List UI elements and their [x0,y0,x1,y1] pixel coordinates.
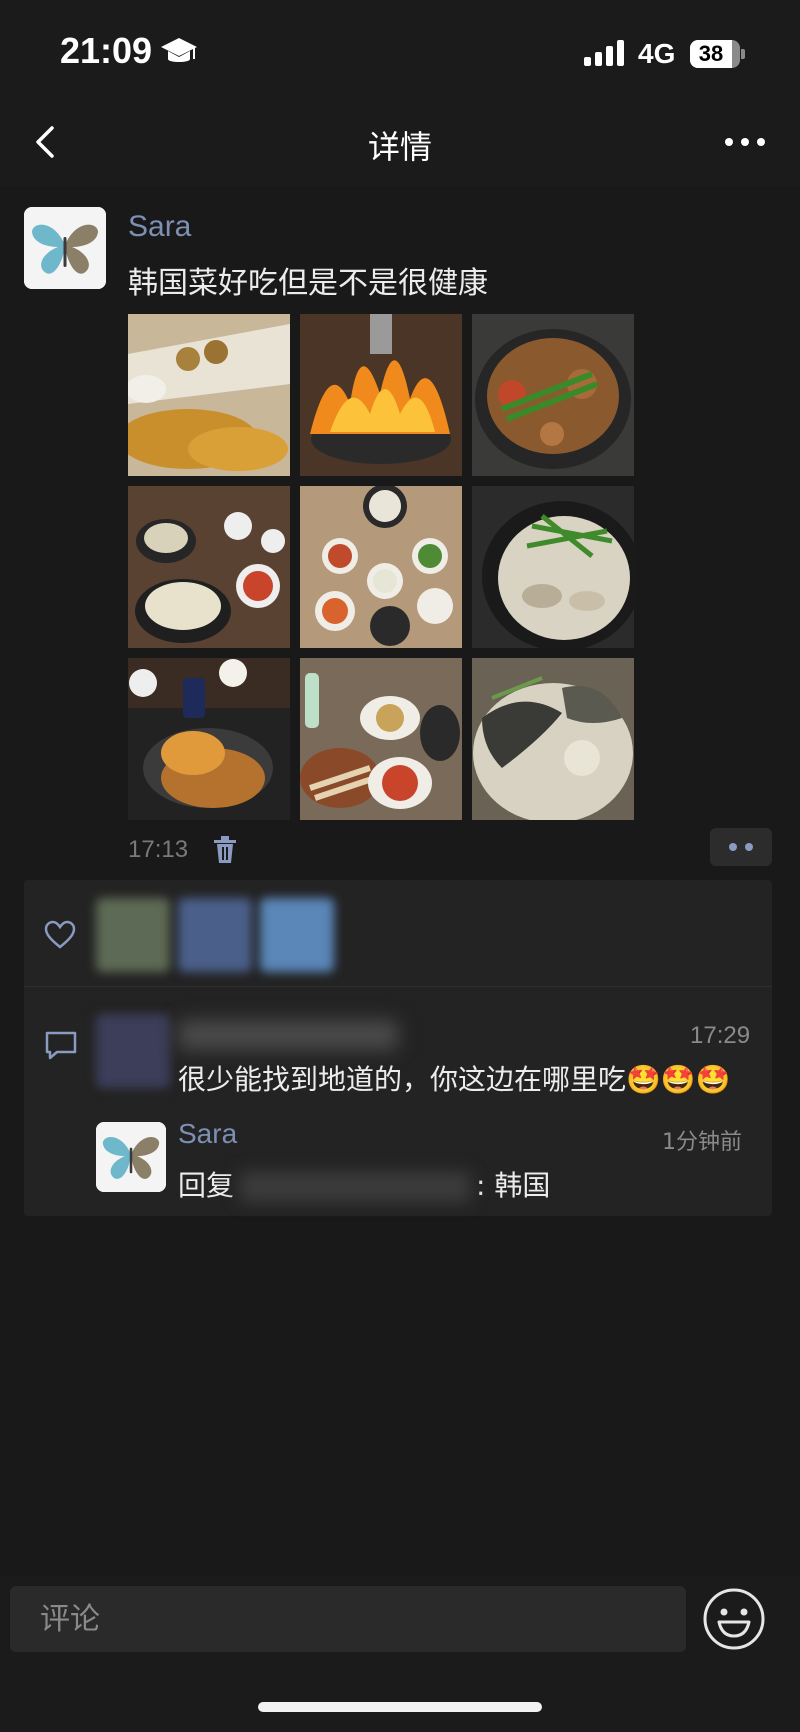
photo-beef-bone-soup[interactable] [472,486,634,648]
photo-fish-soup[interactable] [472,658,634,820]
comment-text[interactable]: 很少能找到地道的，你这边在哪里吃🤩🤩🤩 [178,1058,731,1098]
photo-side-dishes[interactable] [300,486,462,648]
graduation-cap-icon [161,38,197,62]
photo-grid [128,314,634,822]
home-indicator [258,1702,542,1712]
butterfly-avatar-icon [96,1122,166,1192]
photo-stew-pot[interactable] [472,314,634,476]
photo-soup-set-meal[interactable] [128,486,290,648]
liker-avatar[interactable] [96,898,170,972]
reply-prefix: 回复 [178,1169,235,1202]
post-text: 韩国菜好吃但是不是很健康 [128,266,488,301]
cellular-signal-icon [584,40,626,66]
battery-icon: 38 [690,40,740,68]
panel-divider [24,986,772,987]
photo-fried-chicken[interactable] [128,314,290,476]
commenter-name-redacted[interactable] [178,1020,398,1050]
author-avatar[interactable] [24,207,106,289]
battery-level: 38 [690,40,732,68]
butterfly-avatar-icon [24,207,106,289]
reply-target-redacted [240,1172,471,1202]
post-timestamp: 17:13 [128,836,189,863]
comment-bubble-icon [45,1031,77,1060]
heart-icon [44,920,76,949]
more-options-icon[interactable] [724,130,766,154]
photo-flaming-grill[interactable] [300,314,462,476]
reply-author-name[interactable]: Sara [178,1118,237,1150]
trash-icon[interactable] [210,834,240,866]
status-time: 21:09 [60,30,153,71]
comment-input[interactable] [10,1586,686,1652]
photo-pork-cutlet-curry[interactable] [128,658,290,820]
network-type: 4G [638,38,676,69]
photo-skewers-table[interactable] [300,658,462,820]
post-action-button[interactable] [710,828,772,866]
battery-nub [741,49,745,59]
emoji-icon[interactable] [702,1587,766,1651]
liker-avatar[interactable] [260,898,334,972]
page-title: 详情 [367,128,432,166]
post-author-name[interactable]: Sara [128,210,191,244]
commenter-avatar[interactable] [96,1014,170,1088]
reply-author-avatar[interactable] [96,1122,166,1192]
reply-suffix: : 韩国 [476,1169,551,1202]
reply-timestamp: 1分钟前 [662,1130,742,1155]
liker-avatar[interactable] [178,898,252,972]
comment-timestamp: 17:29 [690,1022,751,1049]
reply-text[interactable]: 回复 : 韩国 [178,1164,550,1204]
